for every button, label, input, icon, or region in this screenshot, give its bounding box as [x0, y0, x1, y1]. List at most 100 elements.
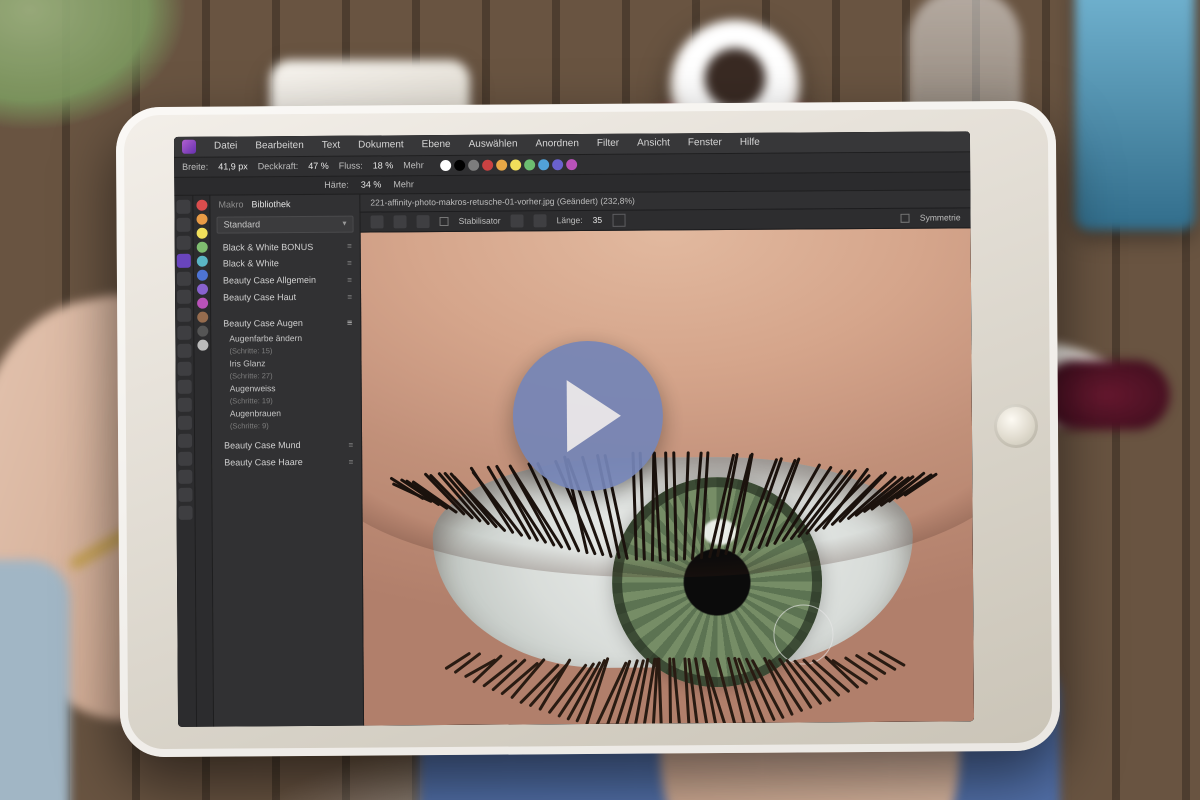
palette-color-icon[interactable]: [196, 242, 207, 253]
macro-item[interactable]: Iris Glanz: [211, 355, 360, 369]
palette-color-icon[interactable]: [196, 228, 207, 239]
length-label: Länge:: [557, 215, 583, 225]
menu-filter[interactable]: Filter: [597, 138, 619, 150]
document-area: 221-affinity-photo-makros-retusche-01-vo…: [360, 190, 974, 725]
menu-bearbeiten[interactable]: Bearbeiten: [255, 140, 303, 152]
library-item[interactable]: Beauty Case Haare≡: [212, 454, 361, 472]
swatch-icon[interactable]: [440, 160, 451, 171]
menu-anordnen[interactable]: Anordnen: [535, 138, 578, 150]
library-category-dropdown[interactable]: Standard: [217, 215, 354, 233]
crop-tool-icon[interactable]: [177, 236, 191, 250]
burn-tool-icon[interactable]: [177, 344, 191, 358]
collapse-icon[interactable]: ≡: [347, 275, 352, 285]
swatch-icon[interactable]: [468, 160, 479, 171]
tablet-device: Datei Bearbeiten Text Dokument Ebene Aus…: [116, 101, 1061, 758]
color-chip-icon[interactable]: [612, 214, 625, 227]
swatch-icon[interactable]: [538, 159, 549, 170]
stabilizer-mode-icon[interactable]: [534, 214, 547, 227]
shape-tool-icon[interactable]: [178, 434, 192, 448]
palette-color-icon[interactable]: [197, 340, 208, 351]
palette-color-icon[interactable]: [196, 284, 207, 295]
menu-datei[interactable]: Datei: [214, 140, 237, 152]
menu-ebene[interactable]: Ebene: [422, 139, 451, 151]
palette-color-icon[interactable]: [197, 312, 208, 323]
play-icon: [567, 380, 622, 452]
library-item[interactable]: Black & White BONUS≡: [211, 238, 360, 256]
brush-tool-icon[interactable]: [177, 254, 191, 268]
play-button[interactable]: [512, 340, 663, 491]
library-item[interactable]: Beauty Case Haut≡: [211, 289, 360, 307]
text-tool-icon[interactable]: [178, 398, 192, 412]
mesh-tool-icon[interactable]: [179, 506, 193, 520]
hardness-value[interactable]: 34 %: [361, 180, 382, 191]
menu-dokument[interactable]: Dokument: [358, 139, 404, 151]
menu-fenster[interactable]: Fenster: [688, 137, 722, 149]
library-item[interactable]: Beauty Case Allgemein≡: [211, 272, 360, 290]
macro-item[interactable]: Augenbrauen: [212, 406, 361, 420]
menu-ansicht[interactable]: Ansicht: [637, 137, 670, 149]
palette-color-icon[interactable]: [197, 326, 208, 337]
swatch-icon[interactable]: [496, 160, 507, 171]
symmetry-checkbox[interactable]: [901, 214, 910, 223]
palette-color-icon[interactable]: [196, 214, 207, 225]
tab-makro[interactable]: Makro: [218, 199, 243, 210]
library-group-augen[interactable]: Beauty Case Augen≡: [211, 311, 360, 331]
length-value[interactable]: 35: [593, 215, 603, 225]
move-tool-icon[interactable]: [176, 200, 190, 214]
opacity-value[interactable]: 47 %: [308, 161, 329, 172]
collapse-icon[interactable]: ≡: [347, 292, 352, 302]
swatch-icon[interactable]: [552, 159, 563, 170]
macro-item[interactable]: Augenfarbe ändern: [211, 330, 360, 344]
hand-tool-icon[interactable]: [178, 452, 192, 466]
library-item[interactable]: Beauty Case Mund≡: [212, 437, 361, 455]
clone-tool-icon[interactable]: [177, 290, 191, 304]
macro-item[interactable]: Augenweiss: [212, 381, 361, 395]
flow-value[interactable]: 18 %: [373, 160, 394, 171]
more-link-1[interactable]: Mehr: [403, 160, 424, 171]
palette-color-icon[interactable]: [196, 200, 207, 211]
menu-auswaehlen[interactable]: Auswählen: [469, 138, 518, 150]
macro-meta: (Schritte: 9): [212, 419, 361, 432]
tab-bibliothek[interactable]: Bibliothek: [251, 199, 290, 210]
toolbar-icon[interactable]: [371, 215, 384, 228]
picker-tool-icon[interactable]: [178, 488, 192, 502]
more-link-2[interactable]: Mehr: [393, 179, 414, 190]
collapse-icon[interactable]: ≡: [348, 441, 353, 451]
palette-color-icon[interactable]: [197, 298, 208, 309]
width-value[interactable]: 41,9 px: [218, 161, 248, 172]
swatch-icon[interactable]: [482, 160, 493, 171]
toolbar-icon[interactable]: [417, 215, 430, 228]
pen-tool-icon[interactable]: [178, 416, 192, 430]
collapse-icon[interactable]: ≡: [347, 259, 352, 269]
collapse-icon[interactable]: ≡: [347, 242, 352, 252]
toolbar-icon[interactable]: [394, 215, 407, 228]
opacity-label: Deckkraft:: [258, 161, 299, 172]
palette-color-icon[interactable]: [196, 256, 207, 267]
collapse-icon[interactable]: ≡: [349, 457, 354, 467]
menu-hilfe[interactable]: Hilfe: [740, 137, 760, 149]
swatch-icon[interactable]: [454, 160, 465, 171]
stabilizer-label: Stabilisator: [459, 216, 501, 226]
menu-text[interactable]: Text: [322, 140, 340, 152]
canvas[interactable]: [361, 228, 974, 725]
selection-tool-icon[interactable]: [177, 218, 191, 232]
heal-tool-icon[interactable]: [177, 308, 191, 322]
swatch-icon[interactable]: [524, 159, 535, 170]
smudge-tool-icon[interactable]: [178, 362, 192, 376]
stabilizer-mode-icon[interactable]: [511, 214, 524, 227]
gradient-tool-icon[interactable]: [178, 380, 192, 394]
stabilizer-checkbox[interactable]: [440, 217, 449, 226]
dodge-tool-icon[interactable]: [177, 326, 191, 340]
tablet-home-button[interactable]: [994, 404, 1038, 448]
macro-meta: (Schritte: 19): [212, 394, 361, 407]
collapse-icon[interactable]: ≡: [347, 317, 352, 328]
document-tab[interactable]: 221-affinity-photo-makros-retusche-01-vo…: [370, 196, 634, 208]
palette-color-icon[interactable]: [196, 270, 207, 281]
library-item[interactable]: Black & White≡: [211, 255, 360, 273]
width-label: Breite:: [182, 162, 208, 173]
grapes-prop: [1040, 360, 1170, 430]
swatch-icon[interactable]: [566, 159, 577, 170]
swatch-icon[interactable]: [510, 159, 521, 170]
zoom-tool-icon[interactable]: [178, 470, 192, 484]
eraser-tool-icon[interactable]: [177, 272, 191, 286]
